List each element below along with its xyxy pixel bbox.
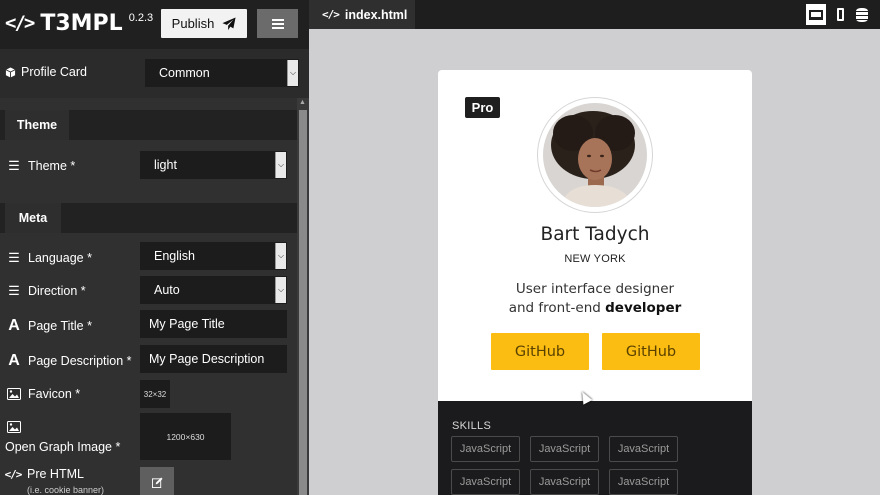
direction-label-text: Direction * <box>28 284 86 298</box>
scroll-up-icon[interactable]: ▲ <box>299 99 306 106</box>
language-field-label: ☰ Language * <box>6 250 92 266</box>
profile-name: Bart Tadych <box>540 224 650 245</box>
favicon-field-label: Favicon * <box>6 387 80 401</box>
desktop-view-button[interactable] <box>806 4 826 25</box>
theme-section-header: Theme <box>0 110 297 140</box>
avatar-frame <box>537 97 653 213</box>
chevron-down-icon: ⌵ <box>275 277 286 303</box>
favicon-label-text: Favicon * <box>28 387 81 401</box>
template-select-value: Common <box>159 66 210 80</box>
page-title-field-label: A Page Title * <box>6 317 92 335</box>
skills-title: SKILLS <box>452 420 492 432</box>
bio-line-1: User interface designer <box>515 281 675 297</box>
paper-plane-icon <box>222 16 236 30</box>
theme-select[interactable]: light ⌵ <box>140 151 287 179</box>
page-title-input[interactable]: My Page Title <box>140 310 287 338</box>
hamburger-icon <box>271 22 284 25</box>
text-icon: A <box>8 352 20 369</box>
data-view-button[interactable] <box>854 4 870 25</box>
theme-select-value: light <box>154 158 177 172</box>
skill-chip: JavaScript <box>451 436 520 462</box>
publish-button[interactable]: Publish <box>161 9 247 38</box>
language-select[interactable]: English ⌵ <box>140 242 287 270</box>
chevron-down-icon: ⌵ <box>275 243 286 269</box>
image-icon <box>6 388 22 400</box>
profile-bio: User interface designer and front-end de… <box>438 280 752 318</box>
cube-icon <box>4 66 16 78</box>
list-icon: ☰ <box>8 283 20 298</box>
pre-html-edit-button[interactable] <box>140 467 174 495</box>
skill-chip: JavaScript <box>451 469 520 495</box>
publish-label: Publish <box>171 16 215 31</box>
list-icon: ☰ <box>8 158 20 173</box>
panel-scrollbar[interactable]: ▲ <box>297 98 309 495</box>
edit-icon <box>151 476 163 488</box>
database-icon <box>856 7 868 22</box>
tab-theme[interactable]: Theme <box>5 110 69 140</box>
chevron-down-icon: ⌵ <box>287 60 298 86</box>
tab-index-html-label: index.html <box>344 7 408 22</box>
image-icon <box>6 421 22 433</box>
bio-line-2-text: and front-end <box>508 300 606 316</box>
skill-chip: JavaScript <box>609 469 678 495</box>
page-description-label-text: Page Description * <box>28 354 132 368</box>
top-bar: </> T3MPL 0.2.3 Publish <box>0 0 309 49</box>
desktop-icon <box>809 9 823 20</box>
bio-line-2-bold: developer <box>605 300 682 316</box>
page-description-input[interactable]: My Page Description <box>140 345 287 373</box>
pre-html-field-label: </> Pre HTML <box>5 467 84 481</box>
skills-section: SKILLS JavaScript JavaScript JavaScript … <box>438 401 752 495</box>
language-label-text: Language * <box>28 251 92 265</box>
code-icon: </> <box>322 8 340 21</box>
list-icon: ☰ <box>8 250 20 265</box>
bio-line-2: and front-end developer <box>438 299 752 318</box>
chevron-down-icon: ⌵ <box>275 152 286 178</box>
tab-index-html[interactable]: </> index.html <box>309 0 415 29</box>
skill-chip: JavaScript <box>609 436 678 462</box>
menu-button[interactable] <box>257 9 298 38</box>
code-logo-icon: </> <box>5 12 35 34</box>
profile-card-preview: Pro Bart Tadych NEW YORK User interface … <box>438 70 752 495</box>
text-icon: A <box>8 317 20 334</box>
page-title-label-text: Page Title * <box>28 319 92 333</box>
skill-chip: JavaScript <box>530 469 599 495</box>
og-image-icon-wrap <box>6 421 28 433</box>
pre-html-label-text: Pre HTML <box>27 467 84 481</box>
direction-select-value: Auto <box>154 283 180 297</box>
tab-meta[interactable]: Meta <box>5 203 61 233</box>
profile-city: NEW YORK <box>564 253 626 265</box>
template-row: Profile Card Common ⌵ <box>0 49 309 98</box>
settings-panel: </> T3MPL 0.2.3 Publish Profile Card Com… <box>0 0 309 495</box>
og-image-field-label: Open Graph Image * <box>5 440 121 454</box>
skill-chip: JavaScript <box>530 436 599 462</box>
direction-field-label: ☰ Direction * <box>6 283 86 299</box>
template-select[interactable]: Common ⌵ <box>145 59 299 87</box>
github-button[interactable]: GitHub <box>491 333 589 370</box>
template-label-text: Profile Card <box>21 65 87 79</box>
mobile-view-button[interactable] <box>834 4 846 25</box>
mobile-icon <box>836 8 844 21</box>
og-image-picker[interactable]: 1200×630 <box>140 413 231 460</box>
pre-html-hint: (i.e. cookie banner) <box>27 485 105 495</box>
meta-section-header: Meta <box>0 203 297 233</box>
template-label: Profile Card <box>4 65 87 79</box>
app-version: 0.2.3 <box>128 12 154 24</box>
scrollbar-thumb[interactable] <box>299 110 307 495</box>
page-description-field-label: A Page Description * <box>6 352 132 370</box>
direction-select[interactable]: Auto ⌵ <box>140 276 287 304</box>
avatar <box>543 103 647 207</box>
theme-label-text: Theme * <box>28 159 76 173</box>
app-name: T3MPL <box>40 11 123 36</box>
theme-field-label: ☰ Theme * <box>6 158 75 174</box>
logo: </> T3MPL 0.2.3 <box>5 11 153 37</box>
github-button[interactable]: GitHub <box>602 333 700 370</box>
favicon-picker[interactable]: 32×32 <box>140 380 170 408</box>
editor-tab-bar: </> index.html <box>309 0 880 29</box>
code-icon: </> <box>4 467 23 481</box>
pro-badge: Pro <box>465 97 500 118</box>
language-select-value: English <box>154 249 195 263</box>
